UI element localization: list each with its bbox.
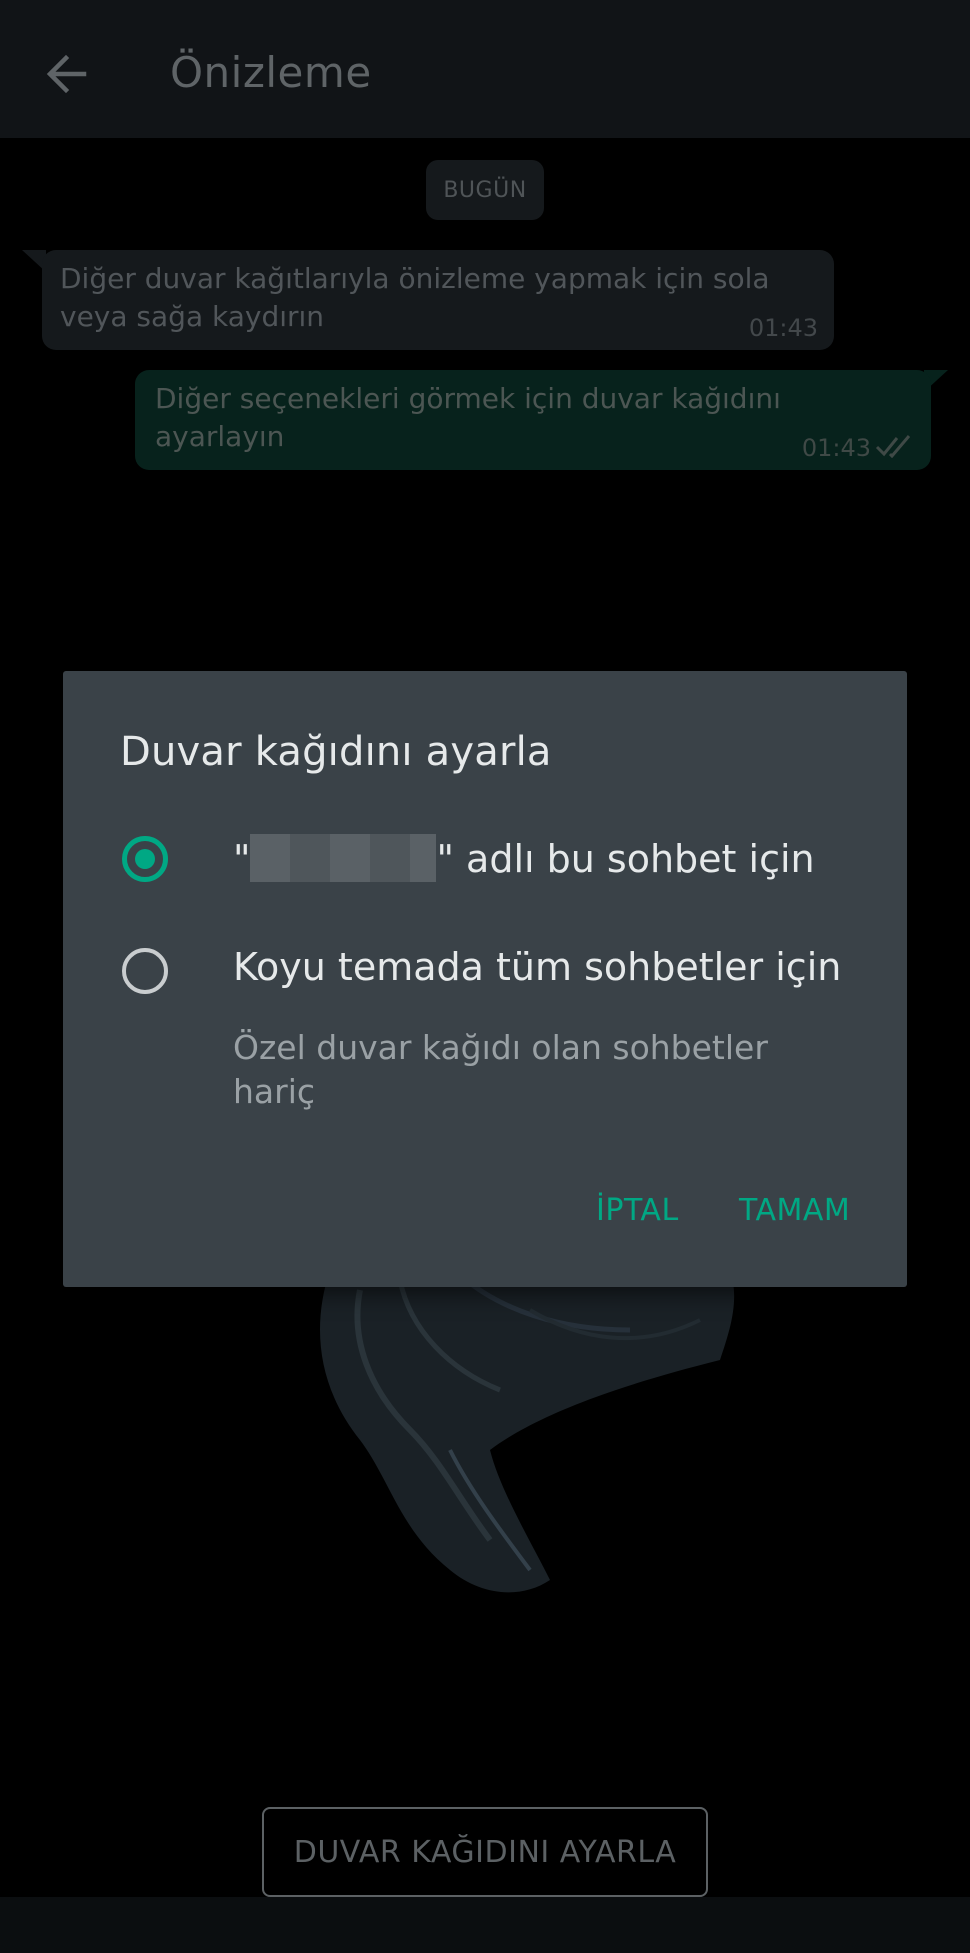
navigation-bar <box>0 1897 970 1953</box>
redacted-chat-name <box>250 834 437 882</box>
dialog-title: Duvar kağıdını ayarla <box>120 729 552 775</box>
toolbar: Önizleme <box>0 8 970 138</box>
quote-open: " <box>233 837 251 881</box>
fish-wallpaper-image <box>320 1270 735 1593</box>
status-bar <box>0 0 970 8</box>
option-label-all-chats: Koyu temada tüm sohbetler için <box>233 945 842 989</box>
arrow-left-icon <box>46 54 87 94</box>
option-sublabel: Özel duvar kağıdı olan sohbetler hariç <box>233 1028 768 1111</box>
message-text: Diğer seçenekleri görmek için duvar kağı… <box>155 382 781 453</box>
option-label-suffix: " adlı bu sohbet için <box>436 837 815 881</box>
back-button[interactable] <box>28 36 104 112</box>
radio-button-checked[interactable] <box>122 836 168 882</box>
outgoing-message-bubble: Diğer seçenekleri görmek için duvar kağı… <box>135 370 931 470</box>
message-text: Diğer duvar kağıtlarıyla önizleme yapmak… <box>60 262 770 333</box>
double-check-icon <box>875 435 911 458</box>
set-wallpaper-button[interactable]: DUVAR KAĞIDINI AYARLA <box>262 1807 708 1897</box>
message-time: 01:43 <box>748 314 818 342</box>
set-wallpaper-dialog: Duvar kağıdını ayarla " " adlı bu sohbet … <box>63 671 907 1287</box>
radio-button-unchecked[interactable] <box>122 948 168 994</box>
option-label-this-chat: " " adlı bu sohbet için <box>233 834 815 882</box>
date-chip: BUGÜN <box>426 160 544 220</box>
page-title: Önizleme <box>170 48 372 97</box>
ok-button[interactable]: TAMAM <box>739 1193 850 1228</box>
message-time: 01:43 <box>801 434 871 462</box>
incoming-message-bubble: Diğer duvar kağıtlarıyla önizleme yapmak… <box>42 250 834 350</box>
cancel-button[interactable]: İPTAL <box>596 1193 679 1228</box>
wallpaper-preview-screen: Önizleme BUGÜN Diğer duvar kağıtlarıyla … <box>0 0 970 1953</box>
